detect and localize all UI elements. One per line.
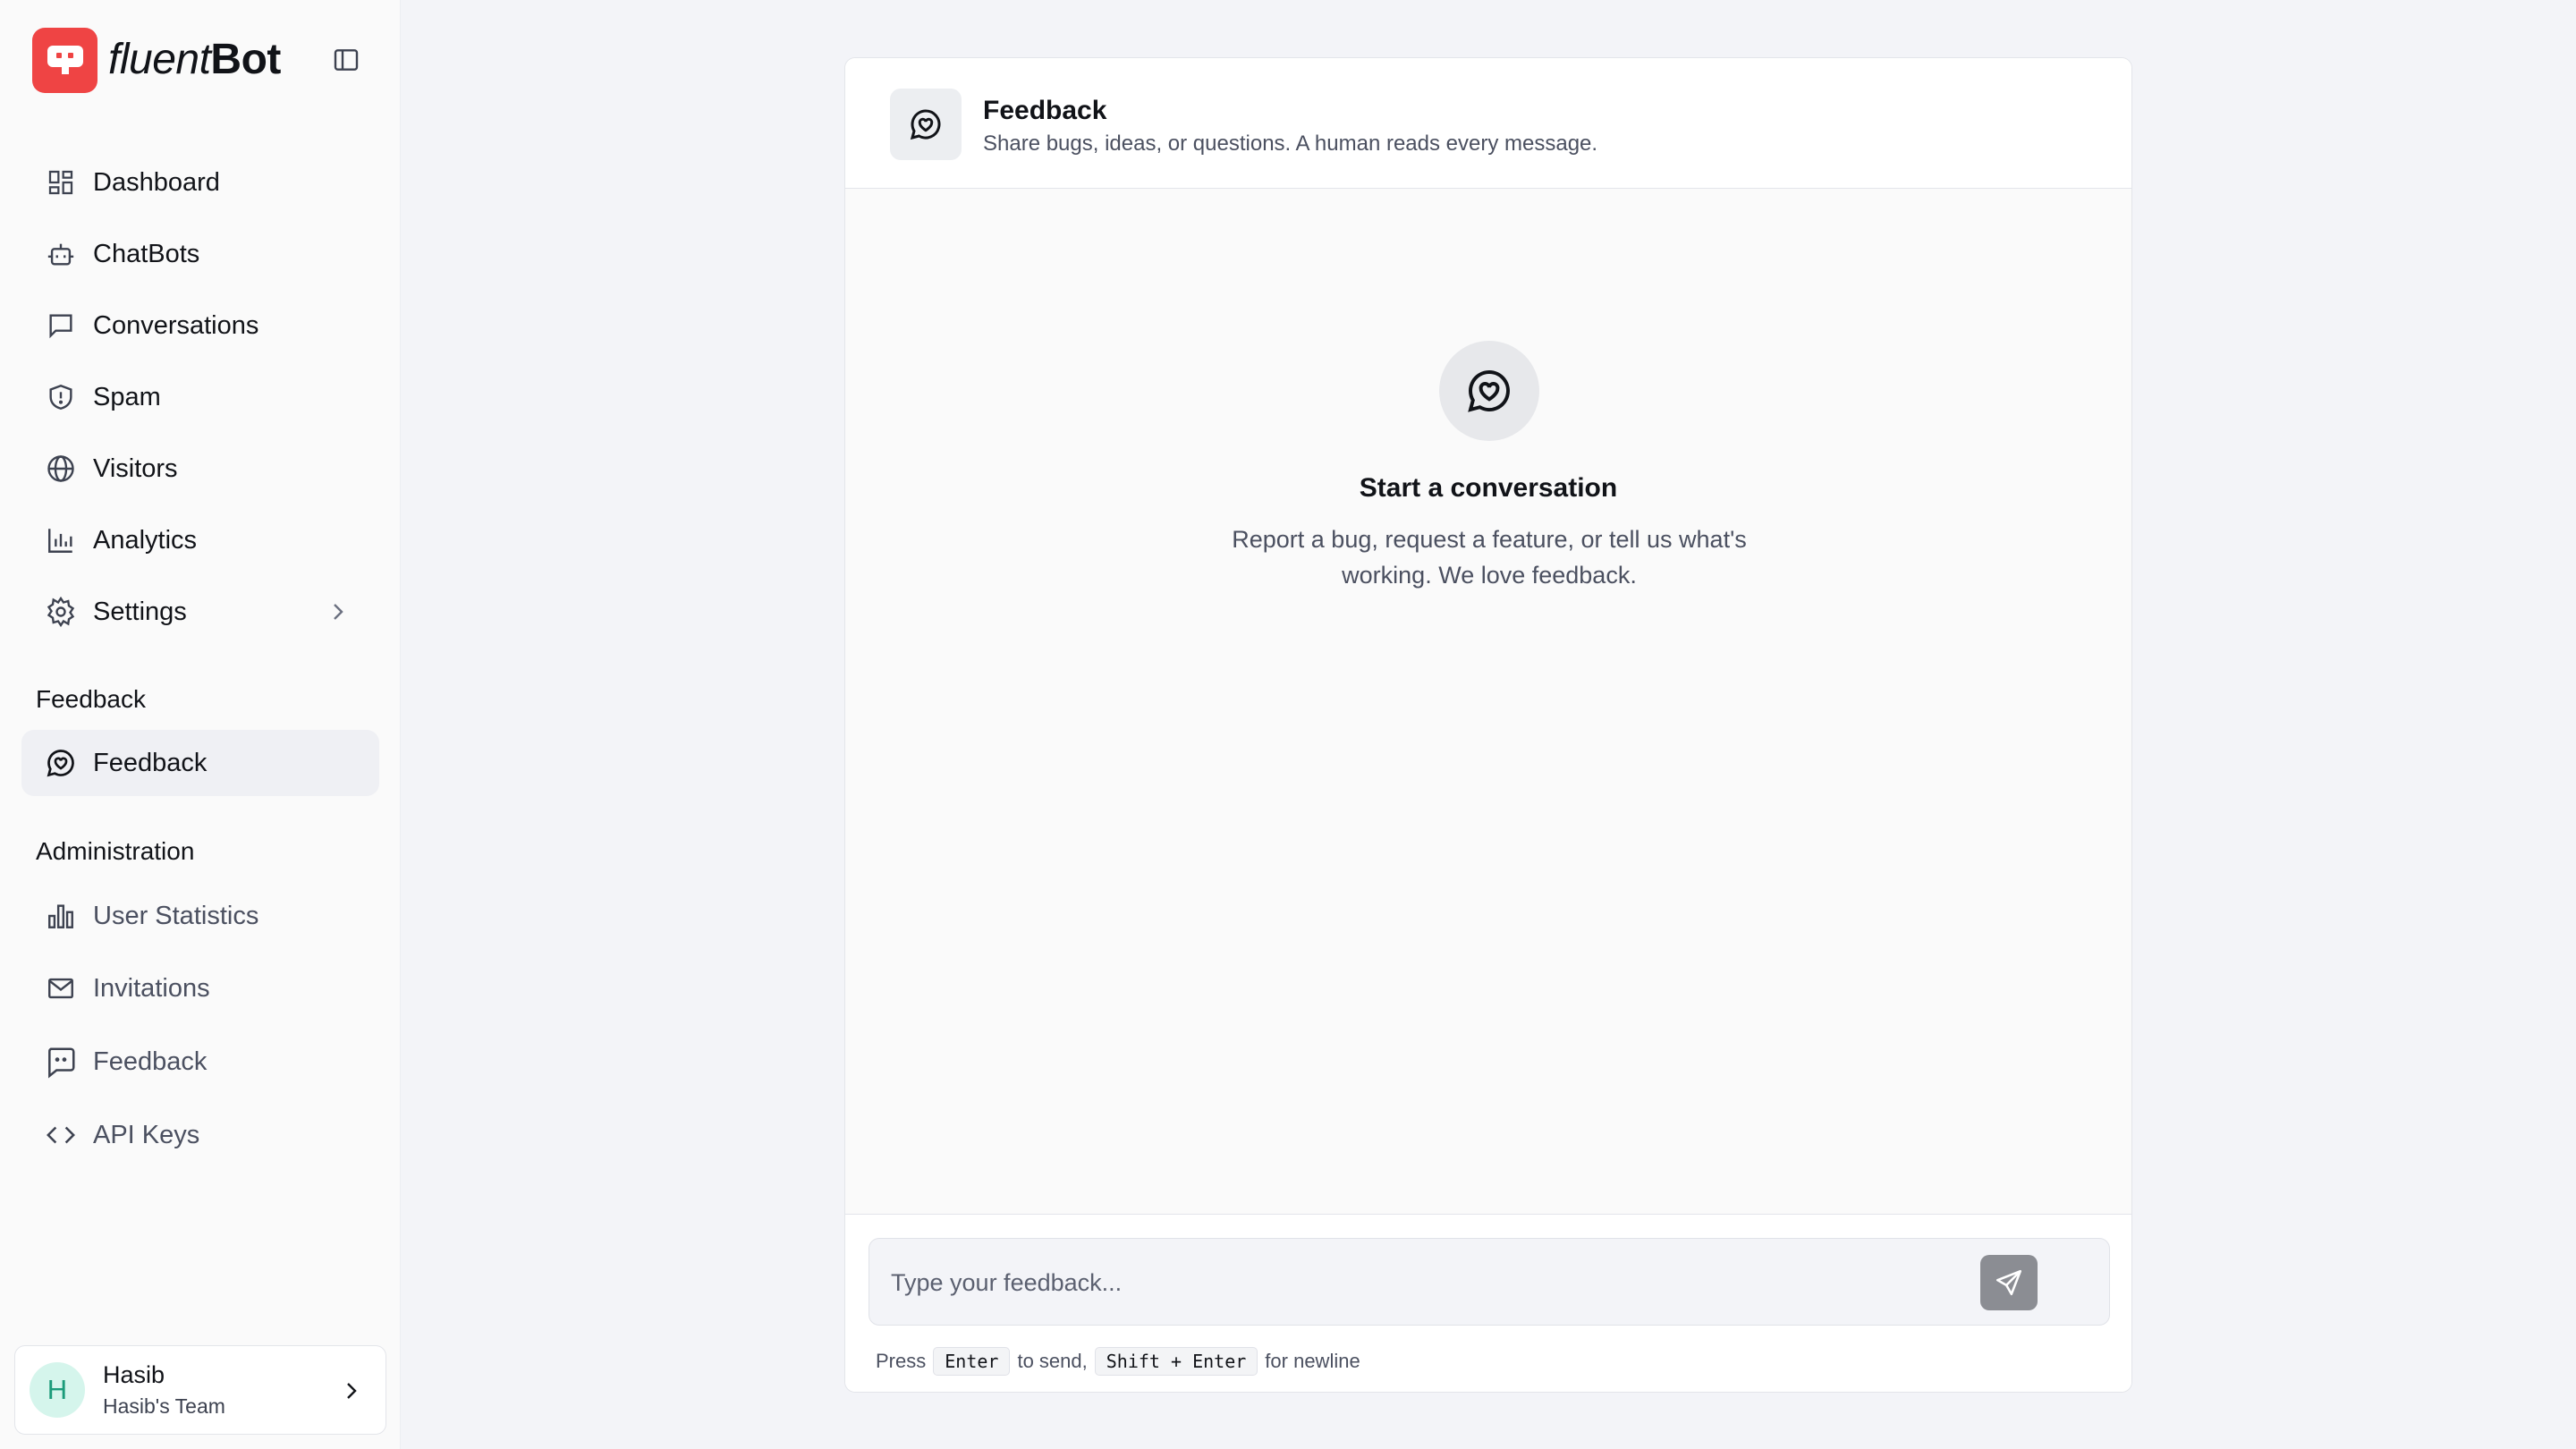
feedback-input[interactable] (891, 1262, 2000, 1303)
sidebar-item-dashboard[interactable]: Dashboard (21, 149, 379, 216)
fluentbot-logo-icon (32, 27, 97, 93)
message-square-icon (43, 308, 79, 343)
user-menu[interactable]: H Hasib Hasib's Team (14, 1345, 386, 1435)
panel-left-icon (334, 49, 359, 71)
sidebar-item-label: Analytics (93, 525, 198, 555)
sidebar-item-analytics[interactable]: Analytics (21, 507, 379, 573)
brand-name-prefix: fluent (108, 36, 211, 83)
page-title: Feedback (983, 96, 1107, 125)
mail-icon (43, 970, 79, 1006)
sidebar-item-api-keys[interactable]: API Keys (21, 1102, 379, 1168)
feedback-panel: Feedback Share bugs, ideas, or questions… (844, 57, 2132, 1393)
section-label-feedback: Feedback (36, 685, 146, 713)
sidebar-item-label: API Keys (93, 1120, 200, 1149)
sidebar-item-label: Feedback (93, 748, 208, 777)
message-heart-icon (890, 89, 962, 160)
feedback-input-container (869, 1238, 2110, 1326)
gear-icon (43, 594, 79, 630)
code-icon (43, 1117, 79, 1153)
send-button[interactable] (1980, 1255, 2038, 1310)
send-icon (1996, 1269, 2022, 1296)
sidebar-item-spam[interactable]: Spam (21, 364, 379, 430)
panel-header: Feedback Share bugs, ideas, or questions… (845, 58, 2131, 189)
sidebar: fluentBot Dashboard ChatBots Conversatio… (0, 0, 401, 1449)
sidebar-item-label: Invitations (93, 973, 210, 1003)
bar-chart-icon (43, 522, 79, 558)
brand[interactable]: fluentBot (32, 27, 281, 93)
sidebar-item-visitors[interactable]: Visitors (21, 436, 379, 502)
user-team: Hasib's Team (103, 1394, 225, 1418)
sidebar-item-admin-feedback[interactable]: Feedback (21, 1029, 379, 1095)
sidebar-item-settings[interactable]: Settings (21, 579, 379, 645)
kbd-shift-enter: Shift + Enter (1094, 1347, 1258, 1376)
sidebar-item-label: Conversations (93, 310, 259, 340)
sidebar-item-feedback[interactable]: Feedback (21, 730, 379, 796)
sidebar-item-label: Visitors (93, 453, 178, 483)
globe-icon (43, 451, 79, 487)
sidebar-item-conversations[interactable]: Conversations (21, 292, 379, 359)
shield-alert-icon (43, 379, 79, 415)
sidebar-item-label: Settings (93, 597, 187, 626)
sidebar-item-user-statistics[interactable]: User Statistics (21, 883, 379, 949)
chart-columns-icon (43, 898, 79, 934)
section-label-administration: Administration (36, 837, 195, 865)
sidebar-item-chatbots[interactable]: ChatBots (21, 221, 379, 287)
dashboard-icon (43, 165, 79, 200)
empty-state-description: Report a bug, request a feature, or tell… (1232, 526, 1747, 589)
brand-name: fluentBot (108, 38, 281, 81)
sidebar-item-label: Feedback (93, 1046, 208, 1076)
keyboard-hint: Press Enter to send, Shift + Enter for n… (876, 1347, 1360, 1376)
avatar: H (30, 1362, 85, 1418)
message-dots-icon (43, 1044, 79, 1080)
bot-icon (43, 236, 79, 272)
brand-name-suffix: Bot (210, 36, 281, 83)
sidebar-item-label: User Statistics (93, 901, 259, 930)
page-subtitle: Share bugs, ideas, or questions. A human… (983, 131, 1598, 156)
user-name: Hasib (103, 1361, 165, 1388)
hint-text: to send, (1017, 1350, 1088, 1372)
sidebar-item-label: ChatBots (93, 239, 200, 268)
kbd-enter: Enter (933, 1347, 1011, 1376)
hint-text: for newline (1265, 1350, 1360, 1372)
chevron-right-icon (334, 604, 343, 620)
sidebar-item-invitations[interactable]: Invitations (21, 955, 379, 1021)
empty-state-title: Start a conversation (1359, 473, 1618, 503)
sidebar-toggle-button[interactable] (327, 41, 365, 79)
composer: Press Enter to send, Shift + Enter for n… (845, 1214, 2131, 1392)
chevron-right-icon (347, 1383, 357, 1399)
message-heart-icon (43, 745, 79, 781)
sidebar-item-label: Dashboard (93, 167, 220, 197)
user-info: Hasib Hasib's Team (103, 1361, 225, 1419)
hint-text: Press (876, 1350, 927, 1372)
message-heart-icon (1439, 341, 1539, 441)
sidebar-item-label: Spam (93, 382, 161, 411)
